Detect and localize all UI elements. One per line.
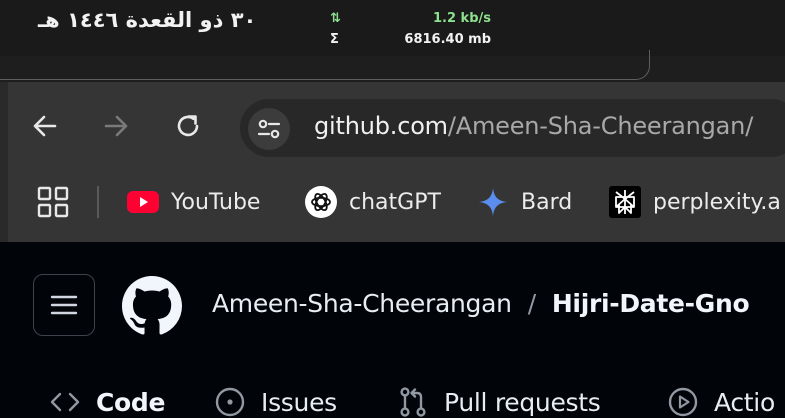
bookmark-label: YouTube [171, 189, 261, 215]
back-button[interactable] [24, 105, 66, 147]
bookmark-label: perplexity.a [653, 189, 781, 215]
bookmarks-bar: YouTube chatGPT Bard perplexity.a [0, 177, 785, 227]
repo-navigation: Code Issues Pull requests Actio [0, 382, 785, 418]
issue-opened-icon [213, 385, 247, 418]
tab-strip [0, 50, 785, 82]
breadcrumb-separator: / [527, 289, 536, 318]
tab-label: Pull requests [444, 387, 601, 417]
url-host: github.com [314, 112, 448, 140]
apps-button[interactable] [36, 185, 70, 219]
github-logo-icon[interactable] [122, 276, 182, 336]
bookmark-chatgpt[interactable]: chatGPT [305, 183, 441, 221]
bookmark-perplexity[interactable]: perplexity.a [609, 183, 781, 221]
tab-label: Issues [261, 387, 337, 417]
hamburger-menu-icon [50, 295, 78, 315]
address-bar[interactable]: github.com/Ameen-Sha-Cheerangan/ [240, 99, 785, 157]
chatgpt-icon [305, 186, 337, 218]
transfer-arrows-icon: ⇅ [330, 11, 341, 26]
net-total-value: 6816.40 mb [404, 32, 491, 47]
youtube-icon [127, 186, 159, 218]
reload-icon [177, 115, 199, 137]
active-tab-edge[interactable] [0, 50, 650, 80]
tab-actions[interactable]: Actio [666, 382, 775, 418]
breadcrumb: Ameen-Sha-Cheerangan / Hijri-Date-Gno [212, 289, 750, 318]
play-icon [666, 385, 700, 418]
open-menu-button[interactable] [33, 274, 95, 336]
network-monitor[interactable]: ⇅ 1.2 kb/s Σ 6816.40 mb [330, 8, 491, 50]
breadcrumb-owner-link[interactable]: Ameen-Sha-Cheerangan [212, 289, 512, 318]
apps-grid-icon [37, 186, 69, 218]
reload-button[interactable] [167, 105, 209, 147]
bookmark-label: Bard [521, 189, 573, 215]
tab-code[interactable]: Code [48, 382, 165, 418]
browser-toolbar: github.com/Ameen-Sha-Cheerangan/ YouTube [0, 82, 785, 242]
site-settings-button[interactable] [248, 108, 290, 150]
tab-label: Code [96, 387, 166, 417]
url-path: /Ameen-Sha-Cheerangan/ [447, 112, 754, 140]
tab-label: Actio [714, 387, 775, 417]
bookmarks-divider [97, 186, 99, 218]
bookmark-bard[interactable]: Bard [477, 183, 572, 221]
github-page: Ameen-Sha-Cheerangan / Hijri-Date-Gno Code… [0, 242, 785, 418]
forward-arrow-icon [104, 115, 128, 137]
tune-icon [257, 119, 281, 139]
hijri-date-indicator[interactable]: ٣٠ ذو القعدة ١٤٤٦ هـ [38, 8, 256, 32]
url-text[interactable]: github.com/Ameen-Sha-Cheerangan/ [314, 112, 753, 140]
back-arrow-icon [33, 115, 57, 137]
perplexity-icon [609, 186, 641, 218]
bard-icon [477, 186, 509, 218]
breadcrumb-repo-link[interactable]: Hijri-Date-Gno [552, 289, 750, 318]
system-top-panel: ٣٠ ذو القعدة ١٤٤٦ هـ ⇅ 1.2 kb/s Σ 6816.4… [0, 0, 785, 56]
sigma-icon: Σ [330, 32, 339, 47]
code-icon [48, 385, 82, 418]
net-speed-value: 1.2 kb/s [433, 11, 491, 26]
bookmark-label: chatGPT [349, 189, 441, 215]
tab-pull-requests[interactable]: Pull requests [396, 382, 601, 418]
git-pull-request-icon [396, 385, 430, 418]
forward-button[interactable] [95, 105, 137, 147]
tab-issues[interactable]: Issues [213, 382, 337, 418]
bookmark-youtube[interactable]: YouTube [127, 183, 260, 221]
